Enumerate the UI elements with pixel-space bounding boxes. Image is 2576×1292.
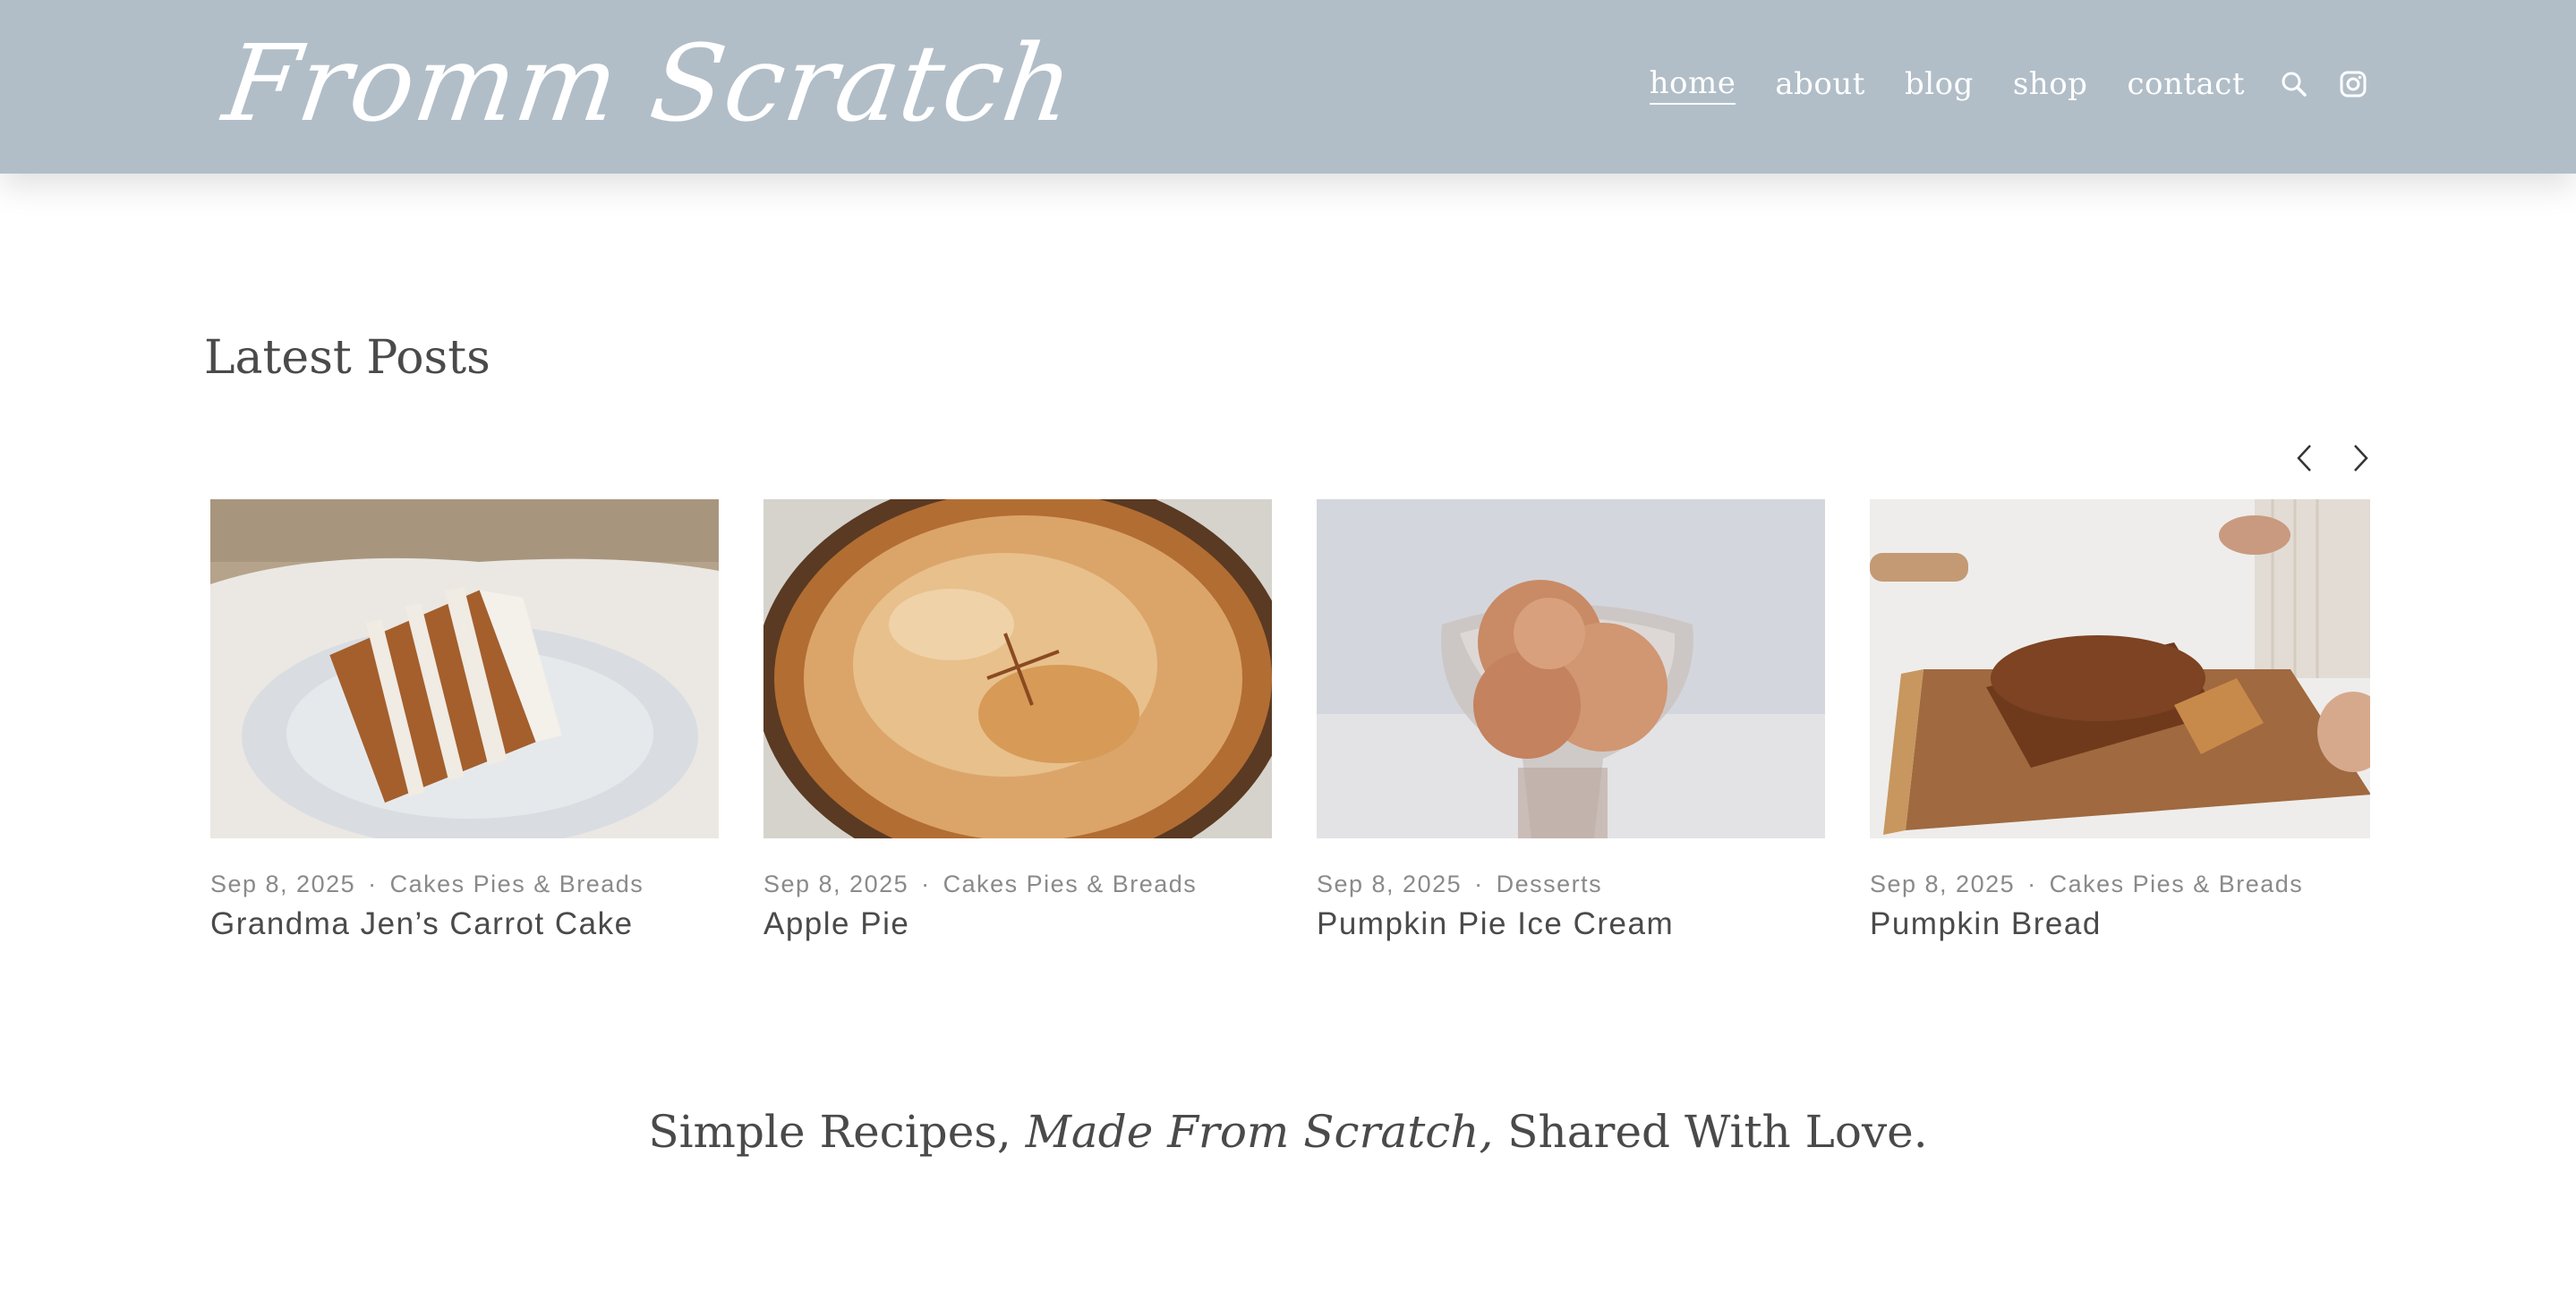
post-card[interactable]: Sep 8, 2025 · Cakes Pies & Breads Pumpkin … (1870, 499, 2370, 945)
site-tagline: Simple Recipes, Made From Scratch, Share… (0, 1106, 2576, 1158)
post-card[interactable]: Sep 8, 2025 · Cakes Pies & Breads Apple Pi… (763, 499, 1272, 945)
post-category[interactable]: Cakes Pies & Breads (2050, 871, 2304, 897)
post-image-ice-cream[interactable] (1317, 499, 1825, 838)
nav-home[interactable]: home (1649, 64, 1736, 105)
post-date: Sep 8, 2025 (1317, 871, 1463, 897)
meta-separator: · (1474, 871, 1484, 897)
post-card[interactable]: Sep 8, 2025 · Cakes Pies & Breads Grandma … (210, 499, 719, 945)
meta-separator: · (2027, 871, 2037, 897)
posts-carousel: Sep 8, 2025 · Cakes Pies & Breads Grandma … (210, 499, 2370, 947)
post-image-pumpkin-bread[interactable] (1870, 499, 2370, 838)
post-card[interactable]: Sep 8, 2025 · Desserts Pumpkin Pie Ice Cre… (1317, 499, 1825, 945)
tagline-after: Shared With Love. (1493, 1106, 1928, 1158)
post-date: Sep 8, 2025 (763, 871, 909, 897)
site-header: Fromm Scratch home about blog shop conta… (0, 0, 2576, 174)
post-date: Sep 8, 2025 (210, 871, 356, 897)
tagline-before: Simple Recipes, (648, 1106, 1026, 1158)
main-nav: home about blog shop contact (1649, 55, 2368, 113)
post-meta: Sep 8, 2025 · Cakes Pies & Breads (763, 868, 1272, 900)
site-logo[interactable]: Fromm Scratch (216, 16, 1082, 150)
post-image-carrot-cake[interactable] (210, 499, 719, 838)
search-icon[interactable] (2279, 69, 2309, 99)
meta-separator: · (921, 871, 931, 897)
nav-shop[interactable]: shop (2013, 64, 2088, 104)
post-title[interactable]: Grandma Jen’s Carrot Cake (210, 904, 719, 945)
post-meta: Sep 8, 2025 · Cakes Pies & Breads (1870, 868, 2370, 900)
post-date: Sep 8, 2025 (1870, 871, 2016, 897)
post-title[interactable]: Pumpkin Bread (1870, 904, 2370, 945)
post-title[interactable]: Pumpkin Pie Ice Cream (1317, 904, 1825, 945)
post-category[interactable]: Desserts (1497, 871, 1603, 897)
carousel-arrows (2288, 440, 2377, 476)
meta-separator: · (368, 871, 378, 897)
nav-icons (2279, 69, 2368, 99)
post-meta: Sep 8, 2025 · Desserts (1317, 868, 1825, 900)
chevron-right-icon[interactable] (2341, 440, 2377, 476)
instagram-icon[interactable] (2338, 69, 2368, 99)
post-image-apple-pie[interactable] (763, 499, 1272, 838)
tagline-emphasis: Made From Scratch, (1025, 1106, 1494, 1158)
post-category[interactable]: Cakes Pies & Breads (390, 871, 644, 897)
post-category[interactable]: Cakes Pies & Breads (943, 871, 1198, 897)
post-title[interactable]: Apple Pie (763, 904, 1272, 945)
chevron-left-icon[interactable] (2288, 440, 2324, 476)
nav-contact[interactable]: contact (2127, 64, 2245, 104)
latest-posts-title: Latest Posts (204, 331, 490, 385)
nav-about[interactable]: about (1775, 64, 1865, 104)
nav-blog[interactable]: blog (1905, 64, 1974, 104)
post-meta: Sep 8, 2025 · Cakes Pies & Breads (210, 868, 719, 900)
